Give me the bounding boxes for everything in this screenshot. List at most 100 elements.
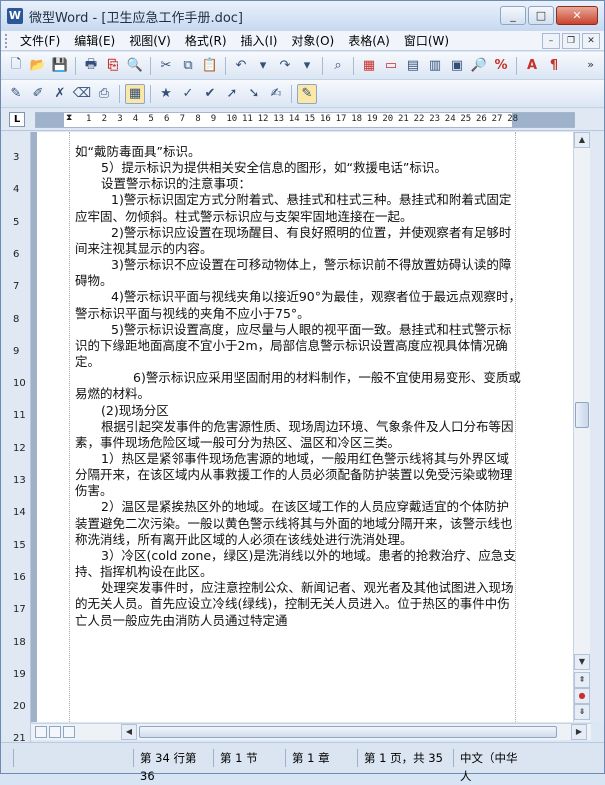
ruler-number: 23 <box>429 114 441 124</box>
vertical-ruler-number: 17 <box>13 604 26 616</box>
menu-format[interactable]: 格式(R) <box>178 31 234 51</box>
document-page[interactable]: 如“戴防毒面具”标识。 5）提示标识为提供相关安全信息的图形，如“救援电话”标识。… <box>37 132 573 722</box>
highlight-pen-icon[interactable]: ✎ <box>6 84 26 104</box>
minimize-button[interactable]: _ <box>500 6 526 25</box>
delete-note-icon[interactable]: ✗ <box>50 84 70 104</box>
scroll-left-arrow-icon[interactable]: ◀ <box>121 724 137 740</box>
paragraph[interactable]: (2)现场分区 <box>75 403 521 419</box>
previous-page-icon[interactable]: ⇞ <box>574 672 590 688</box>
maximize-button[interactable]: □ <box>528 6 554 25</box>
insert-frame-icon[interactable]: ▭ <box>381 56 401 76</box>
web-view-icon[interactable] <box>49 726 61 738</box>
vertical-scrollbar[interactable]: ▲ ▼ ⇞ ● ⇟ <box>573 132 590 722</box>
export-pdf-icon[interactable]: ⎘ <box>103 56 123 76</box>
document-text[interactable]: 如“戴防毒面具”标识。 5）提示标识为提供相关安全信息的图形，如“救援电话”标识。… <box>75 144 521 629</box>
scroll-right-arrow-icon[interactable]: ▶ <box>571 724 587 740</box>
paste-icon[interactable]: 📋 <box>200 56 220 76</box>
ruler-number: 1 <box>86 114 92 124</box>
full-screen-icon[interactable]: ▣ <box>447 56 467 76</box>
insert-table-icon[interactable]: ▦ <box>359 56 379 76</box>
menu-table[interactable]: 表格(A) <box>341 31 397 51</box>
vertical-ruler-number: 3 <box>13 152 20 163</box>
horizontal-scroll-thumb[interactable] <box>139 726 557 738</box>
font-color-icon[interactable]: A <box>522 56 542 76</box>
paragraph[interactable]: 如“戴防毒面具”标识。 <box>75 144 521 160</box>
tab-stop-selector[interactable]: L <box>9 112 25 127</box>
paragraph[interactable]: 3）冷区(cold zone，绿区)是洗消线以外的地域。患者的抢救治疗、应急支持… <box>75 548 521 580</box>
menu-insert[interactable]: 插入(I) <box>234 31 285 51</box>
paragraph[interactable]: 处理突发事件时，应注意控制公众、新闻记者、观光者及其他试图进入现场的无关人员。首… <box>75 580 521 628</box>
accept-change-icon[interactable]: ✓ <box>178 84 198 104</box>
edit-toolbar: ✎ ✐ ✗ ⌫ ⎙ ▦ ★ ✓ ✔ ➚ ➘ ✍ ✎ <box>1 80 604 108</box>
word-app-icon[interactable]: W <box>7 8 23 24</box>
toolbar-more-chevron-icon[interactable]: » <box>587 58 594 71</box>
undo-dropdown-icon[interactable]: ▾ <box>253 56 273 76</box>
vertical-scroll-thumb[interactable] <box>575 402 589 428</box>
redo-dropdown-icon[interactable]: ▾ <box>297 56 317 76</box>
reject-change-icon[interactable]: ✔ <box>200 84 220 104</box>
paragraph[interactable]: 1）热区是紧邻事件现场危害源的地域，一般用红色警示线将其与外界区域分隔开来，在该… <box>75 451 521 499</box>
zoom-icon[interactable]: 🔎 <box>469 56 489 76</box>
new-document-icon[interactable]: 🗋 <box>6 56 26 76</box>
open-folder-icon[interactable]: 📂 <box>28 56 48 76</box>
ruler-number: 9 <box>210 114 217 124</box>
doc-minimize-button[interactable]: – <box>542 33 560 49</box>
paragraph[interactable]: 设置警示标识的注意事项： <box>75 176 521 192</box>
indent-marker-icon[interactable]: ⧗ <box>66 113 72 123</box>
next-change-icon[interactable]: ➚ <box>222 84 242 104</box>
copy-format-icon[interactable]: ⎙ <box>94 84 114 104</box>
menu-file[interactable]: 文件(F) <box>13 31 67 51</box>
track-changes-icon[interactable]: ▦ <box>125 83 145 104</box>
horizontal-ruler[interactable]: ⧗ 1 2 3 4 5 6 7 8 9 10 11 12 13 14 15 16 17 18 19 20 21 22 23 2… <box>35 112 575 128</box>
print-preview-icon[interactable]: 🔍 <box>125 56 145 76</box>
toolbar-separator <box>75 56 76 75</box>
save-icon[interactable]: 💾 <box>50 56 70 76</box>
menu-object[interactable]: 对象(O) <box>284 31 341 51</box>
scroll-up-arrow-icon[interactable]: ▲ <box>574 132 590 148</box>
scroll-down-arrow-icon[interactable]: ▼ <box>574 654 590 670</box>
ruler-number: 14 <box>288 114 300 124</box>
next-page-icon[interactable]: ⇟ <box>574 704 590 720</box>
paragraph[interactable]: 6)警示标识应采用坚固耐用的材料制作，一般不宜使用易变形、变质或易燃的材料。 <box>75 370 521 402</box>
ruler-number: 12 <box>257 114 269 124</box>
percent-icon[interactable]: % <box>491 56 511 76</box>
paragraph[interactable]: 根据引起突发事件的危害源性质、现场周边环境、气象条件及人口分布等因素，事件现场危… <box>75 419 521 451</box>
window-controls: _ □ ✕ <box>500 6 598 25</box>
paragraph[interactable]: 5）提示标识为提供相关安全信息的图形，如“救援电话”标识。 <box>75 160 521 176</box>
copy-icon[interactable]: ⧉ <box>178 56 198 76</box>
paragraph[interactable]: 2)警示标识应设置在现场醒目、有良好照明的位置，并使观察者有足够时间来注视其显示… <box>75 225 521 257</box>
undo-icon[interactable]: ↶ <box>231 56 251 76</box>
paragraph[interactable]: 1)警示标识固定方式分附着式、悬挂式和柱式三种。悬挂式和附着式固定应牢固、勿倾斜… <box>75 192 521 224</box>
columns-icon[interactable]: ▤ <box>403 56 423 76</box>
reviewing-toggle-icon[interactable]: ✎ <box>297 83 317 104</box>
clear-format-icon[interactable]: ⌫ <box>72 84 92 104</box>
paragraph[interactable]: 2）温区是紧挨热区外的地域。在该区域工作的人员应穿戴适宜的个体防护装置避免二次污… <box>75 499 521 547</box>
menu-edit[interactable]: 编辑(E) <box>67 31 122 51</box>
print-icon[interactable]: 🖶 <box>81 56 101 76</box>
paragraph[interactable]: 3)警示标识不应设置在可移动物体上，警示标识前不得放置妨碍认读的障碍物。 <box>75 257 521 289</box>
previous-change-icon[interactable]: ➘ <box>244 84 264 104</box>
edit-note-icon[interactable]: ✐ <box>28 84 48 104</box>
close-button[interactable]: ✕ <box>556 6 598 25</box>
menu-window[interactable]: 窗口(W) <box>397 31 456 51</box>
menu-view[interactable]: 视图(V) <box>122 31 178 51</box>
print-view-icon[interactable] <box>63 726 75 738</box>
paragraph[interactable]: 5)警示标识设置高度，应尽量与人眼的视平面一致。悬挂式和柱式警示标识的下缘距地面… <box>75 322 521 370</box>
review-pane-icon[interactable]: ✍ <box>266 84 286 104</box>
title-bar[interactable]: W 微型Word - [卫生应急工作手册.doc] _ □ ✕ <box>1 1 604 31</box>
page-layout-icon[interactable]: ▥ <box>425 56 445 76</box>
doc-restore-button[interactable]: ❐ <box>562 33 580 49</box>
horizontal-scrollbar[interactable]: ◀ ▶ <box>31 723 591 740</box>
doc-close-button[interactable]: ✕ <box>582 33 600 49</box>
vertical-ruler-number: 12 <box>13 442 26 454</box>
menu-grip[interactable] <box>5 33 9 48</box>
paragraph[interactable]: 4)警示标识平面与视线夹角以接近90°为最佳，观察者位于最远点观察时，警示标识平… <box>75 289 521 321</box>
cut-icon[interactable]: ✂ <box>156 56 176 76</box>
ruler-number: 24 <box>444 114 456 124</box>
browse-object-icon[interactable]: ● <box>574 688 590 704</box>
paragraph-format-icon[interactable]: ¶ <box>544 56 564 76</box>
find-binoculars-icon[interactable]: ⌕ <box>328 56 348 76</box>
normal-view-icon[interactable] <box>35 726 47 738</box>
redo-icon[interactable]: ↷ <box>275 56 295 76</box>
star-marker-icon[interactable]: ★ <box>156 84 176 104</box>
